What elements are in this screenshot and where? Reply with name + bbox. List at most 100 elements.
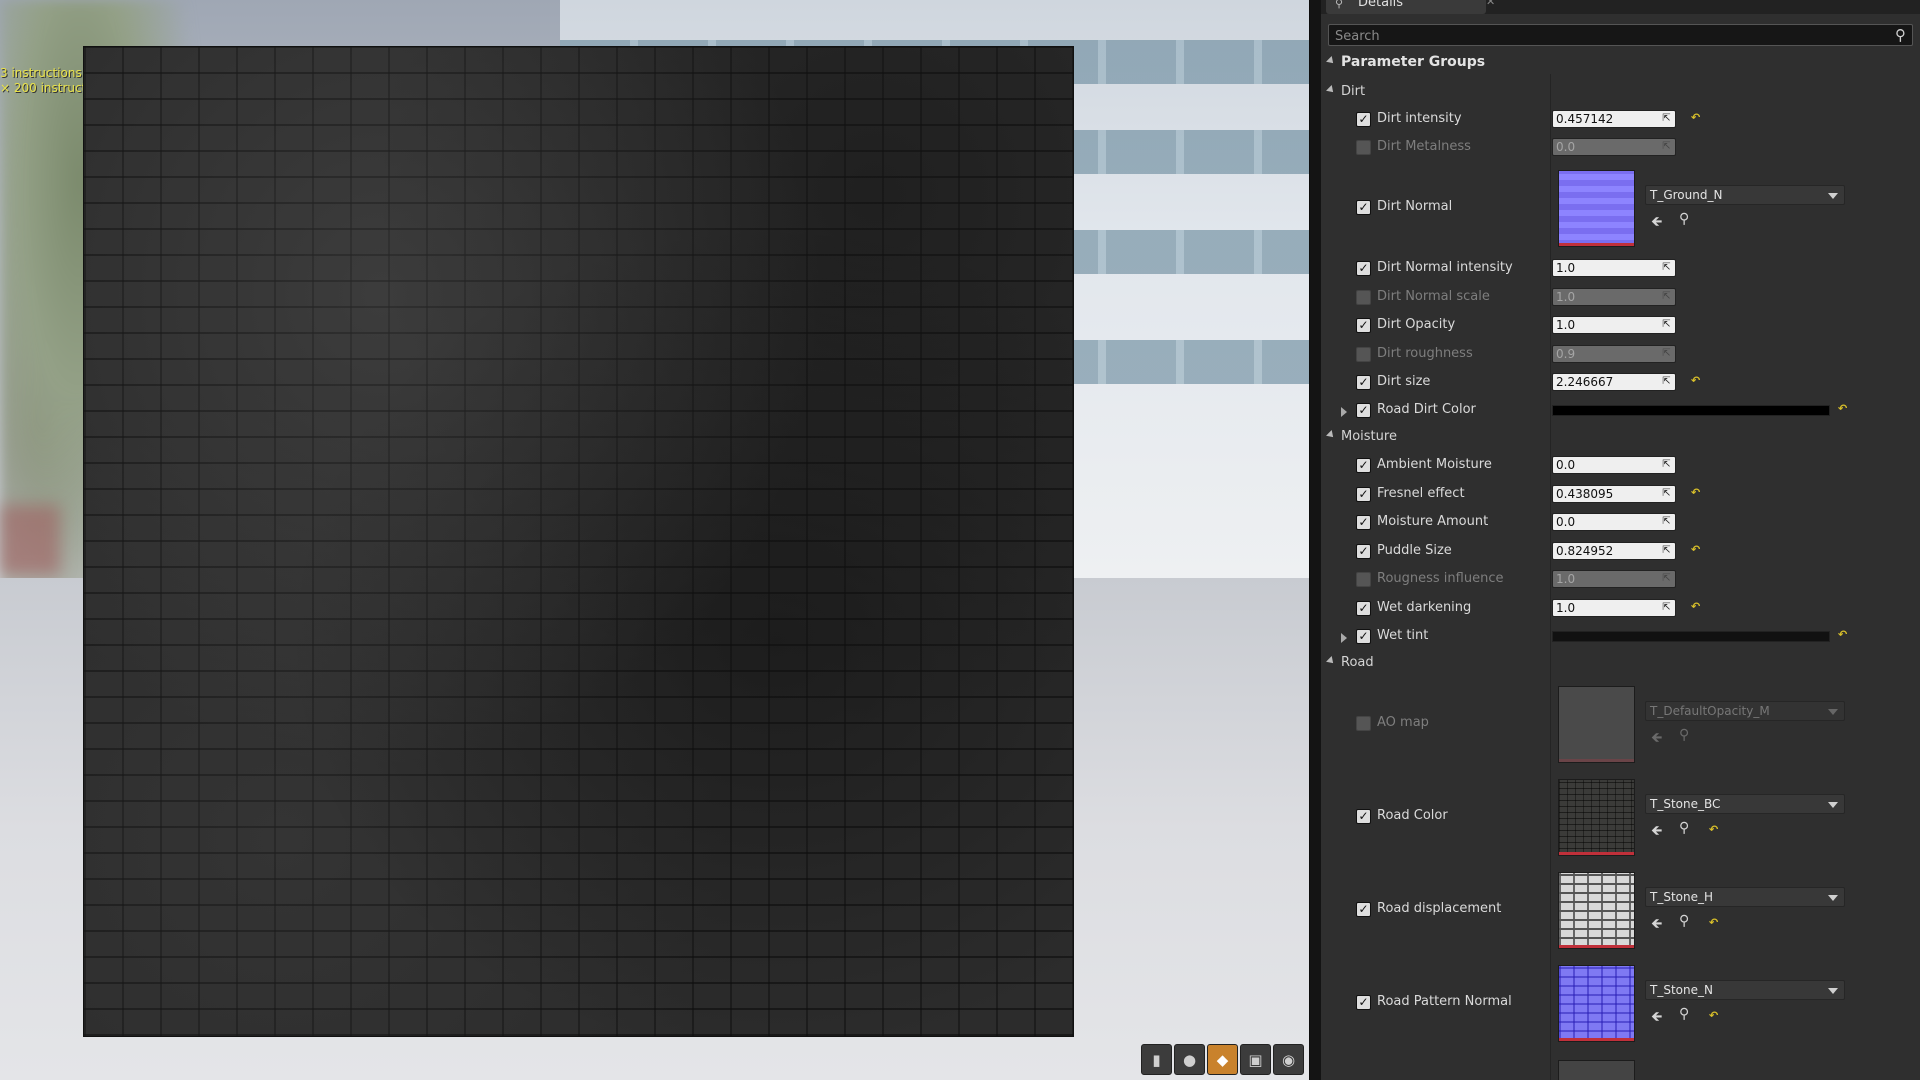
color-swatch[interactable] [1552, 631, 1830, 642]
param-value-input[interactable] [1556, 457, 1656, 473]
group-dirt[interactable]: Dirt [1326, 84, 1365, 99]
param-override-checkbox[interactable]: ✓ [1356, 200, 1371, 215]
param-override-checkbox[interactable]: ✓ [1356, 544, 1371, 559]
reset-to-default-icon[interactable]: ↶ [1838, 402, 1847, 415]
spin-arrows-icon[interactable]: ⇱ [1660, 261, 1673, 275]
param-value-field[interactable]: ⇱ [1552, 542, 1676, 560]
param-override-checkbox[interactable]: ✓ [1356, 403, 1371, 418]
spin-arrows-icon[interactable]: ⇱ [1660, 544, 1673, 558]
reset-to-default-icon[interactable]: ↶ [1691, 543, 1700, 556]
param-override-checkbox[interactable]: ✓ [1356, 809, 1371, 824]
param-value-field[interactable]: ⇱ [1552, 599, 1676, 617]
param-override-checkbox[interactable]: ✓ [1356, 318, 1371, 333]
plane-icon[interactable]: ◆ [1207, 1044, 1238, 1075]
param-value-input[interactable] [1556, 111, 1656, 127]
search-icon[interactable]: ⚲ [1895, 25, 1906, 45]
param-value-field[interactable]: ⇱ [1552, 259, 1676, 277]
spin-arrows-icon[interactable]: ⇱ [1660, 112, 1673, 126]
collapse-arrow-icon[interactable] [1326, 430, 1336, 440]
preview-mesh-toolbar: ▮ ● ◆ ▣ ◉ [1141, 1044, 1304, 1075]
spin-arrows-icon[interactable]: ⇱ [1660, 601, 1673, 615]
param-value-field[interactable]: ⇱ [1552, 373, 1676, 391]
material-preview-viewport[interactable]: 3 instructions × 200 instructions ▮ ● ◆ ▣… [0, 0, 1309, 1080]
asset-name: T_Stone_H [1650, 890, 1714, 904]
param-override-checkbox[interactable]: ✓ [1356, 995, 1371, 1010]
param-override-checkbox[interactable]: ✓ [1356, 601, 1371, 616]
expand-arrow-icon[interactable] [1341, 632, 1347, 647]
texture-thumbnail[interactable] [1558, 965, 1635, 1042]
use-selected-arrow-icon[interactable]: 🡸 [1651, 820, 1662, 844]
param-row-road-color: ✓ Road Color T_Stone_BC 🡸 ⚲ ↶ [1321, 777, 1920, 857]
browse-magnifier-icon[interactable]: ⚲ [1679, 913, 1689, 929]
close-icon[interactable]: ✕ [1486, 0, 1495, 8]
param-value-input[interactable] [1556, 600, 1656, 616]
tab-details[interactable]: ⚲ Details ✕ [1326, 0, 1495, 14]
reset-to-default-icon[interactable]: ↶ [1709, 1009, 1718, 1022]
param-value-input[interactable] [1556, 260, 1656, 276]
search-input[interactable] [1333, 25, 1877, 47]
spin-arrows-icon[interactable]: ⇱ [1660, 515, 1673, 529]
param-override-checkbox[interactable]: ✓ [1356, 140, 1371, 155]
param-override-checkbox[interactable]: ✓ [1356, 487, 1371, 502]
param-override-checkbox[interactable]: ✓ [1356, 515, 1371, 530]
spin-arrows-icon[interactable]: ⇱ [1660, 375, 1673, 389]
cube-icon[interactable]: ▣ [1240, 1044, 1271, 1075]
reset-to-default-icon[interactable]: ↶ [1691, 486, 1700, 499]
browse-magnifier-icon[interactable]: ⚲ [1679, 211, 1689, 227]
collapse-arrow-icon[interactable] [1326, 85, 1336, 95]
asset-picker-combo[interactable]: T_Stone_N [1645, 980, 1845, 1000]
param-value-input[interactable] [1556, 543, 1656, 559]
use-selected-arrow-icon[interactable]: 🡸 [1651, 211, 1662, 235]
asset-picker-combo[interactable]: T_Stone_H [1645, 887, 1845, 907]
expand-arrow-icon[interactable] [1341, 406, 1347, 421]
asset-picker-combo[interactable]: T_Ground_N [1645, 185, 1845, 205]
reset-to-default-icon[interactable]: ↶ [1691, 600, 1700, 613]
texture-thumbnail[interactable] [1558, 872, 1635, 949]
texture-thumbnail[interactable] [1558, 170, 1635, 247]
param-override-checkbox[interactable]: ✓ [1356, 629, 1371, 644]
spin-arrows-icon[interactable]: ⇱ [1660, 487, 1673, 501]
param-override-checkbox[interactable]: ✓ [1356, 375, 1371, 390]
spin-arrows-icon[interactable]: ⇱ [1660, 458, 1673, 472]
param-value-field[interactable]: ⇱ [1552, 456, 1676, 474]
browse-magnifier-icon[interactable]: ⚲ [1679, 820, 1689, 836]
param-override-checkbox[interactable]: ✓ [1356, 290, 1371, 305]
param-value-input[interactable] [1556, 374, 1656, 390]
param-override-checkbox[interactable]: ✓ [1356, 112, 1371, 127]
sphere-icon[interactable]: ● [1174, 1044, 1205, 1075]
use-selected-arrow-icon[interactable]: 🡸 [1651, 913, 1662, 937]
reset-to-default-icon[interactable]: ↶ [1838, 628, 1847, 641]
category-parameter-groups[interactable]: Parameter Groups [1326, 54, 1486, 70]
cylinder-icon[interactable]: ▮ [1141, 1044, 1172, 1075]
param-value-input[interactable] [1556, 514, 1656, 530]
reset-to-default-icon[interactable]: ↶ [1691, 374, 1700, 387]
param-override-checkbox[interactable]: ✓ [1356, 347, 1371, 362]
collapse-arrow-icon[interactable] [1326, 656, 1336, 666]
color-swatch[interactable] [1552, 405, 1830, 416]
group-road[interactable]: Road [1326, 655, 1374, 670]
param-override-checkbox[interactable]: ✓ [1356, 261, 1371, 276]
param-override-checkbox[interactable]: ✓ [1356, 902, 1371, 917]
custom-mesh-icon[interactable]: ◉ [1273, 1044, 1304, 1075]
param-value-field[interactable]: ⇱ [1552, 513, 1676, 531]
use-selected-arrow-icon[interactable]: 🡸 [1651, 1006, 1662, 1030]
browse-magnifier-icon[interactable]: ⚲ [1679, 1006, 1689, 1022]
param-value-input [1556, 289, 1656, 305]
param-value-field[interactable]: ⇱ [1552, 110, 1676, 128]
param-value-field[interactable]: ⇱ [1552, 485, 1676, 503]
asset-picker-combo[interactable]: T_Stone_BC [1645, 794, 1845, 814]
group-moisture[interactable]: Moisture [1326, 429, 1397, 444]
reset-to-default-icon[interactable]: ↶ [1709, 823, 1718, 836]
texture-thumbnail[interactable] [1558, 779, 1635, 856]
param-value-input[interactable] [1556, 317, 1656, 333]
param-override-checkbox[interactable]: ✓ [1356, 716, 1371, 731]
param-value-input[interactable] [1556, 486, 1656, 502]
param-override-checkbox[interactable]: ✓ [1356, 572, 1371, 587]
param-override-checkbox[interactable]: ✓ [1356, 458, 1371, 473]
reset-to-default-icon[interactable]: ↶ [1691, 111, 1700, 124]
category-title: Parameter Groups [1341, 54, 1486, 70]
spin-arrows-icon[interactable]: ⇱ [1660, 318, 1673, 332]
param-value-field[interactable]: ⇱ [1552, 316, 1676, 334]
reset-to-default-icon[interactable]: ↶ [1709, 916, 1718, 929]
collapse-arrow-icon[interactable] [1326, 56, 1336, 66]
